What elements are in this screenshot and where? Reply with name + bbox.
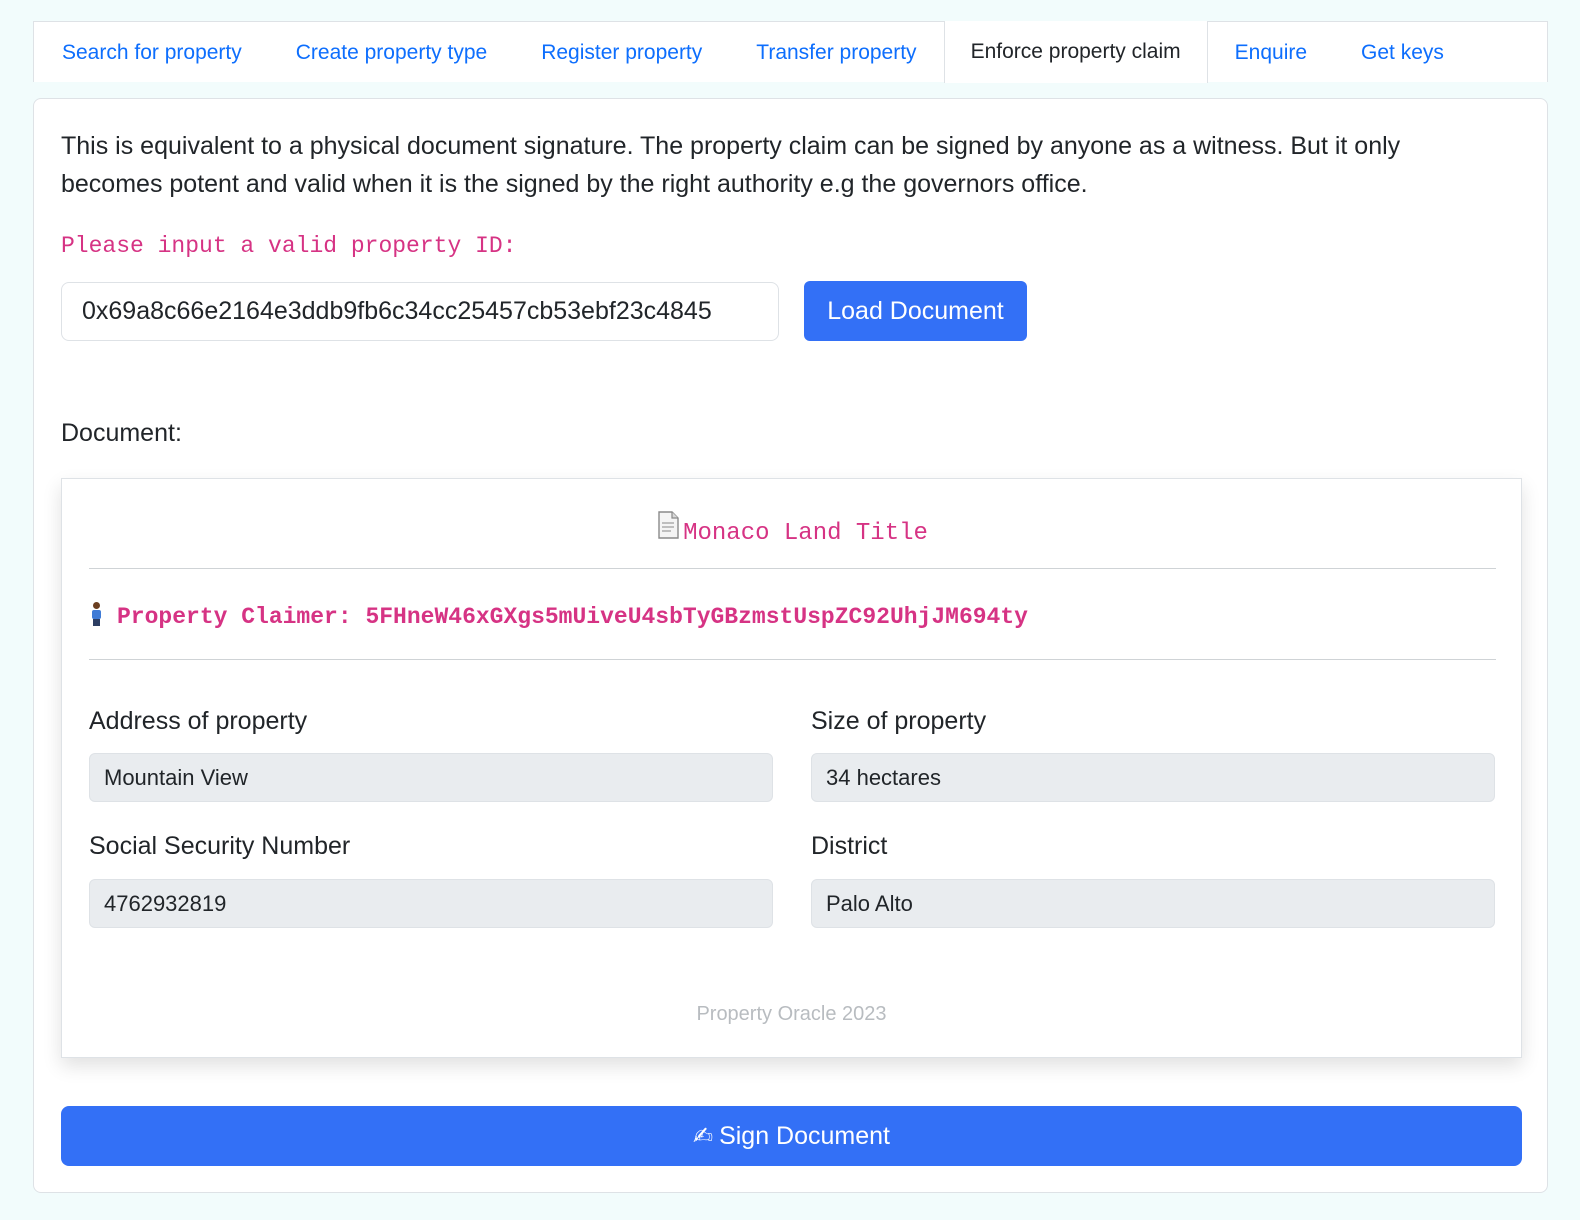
- ssn-label: Social Security Number: [89, 832, 351, 860]
- tab-transfer-property[interactable]: Transfer property: [729, 22, 943, 83]
- property-claimer: Property Claimer: 5FHneW46xGXgs5mUiveU4s…: [89, 602, 1028, 630]
- address-label: Address of property: [89, 707, 308, 735]
- tab-enquire[interactable]: Enquire: [1208, 22, 1334, 83]
- claimer-value: 5FHneW46xGXgs5mUiveU4sbTyGBzmstUspZC92Uh…: [365, 604, 1028, 630]
- tab-enforce-property-claim[interactable]: Enforce property claim: [943, 21, 1208, 83]
- document-footer: Property Oracle 2023: [696, 1003, 887, 1025]
- ssn-field: 4762932819: [89, 879, 773, 928]
- claimer-label: Property Claimer:: [117, 604, 352, 630]
- size-field: 34 hectares: [811, 753, 1495, 802]
- document-icon: [655, 511, 681, 547]
- tab-register-property[interactable]: Register property: [514, 22, 729, 83]
- tab-get-keys[interactable]: Get keys: [1334, 22, 1471, 83]
- property-id-label: Please input a valid property ID:: [61, 233, 517, 259]
- document-card: Monaco Land Title Property Claimer: 5FHn…: [61, 478, 1522, 1058]
- load-document-button[interactable]: Load Document: [804, 281, 1027, 341]
- tab-search-for-property[interactable]: Search for property: [34, 22, 269, 83]
- district-label: District: [811, 832, 888, 860]
- nav-tabs: Search for property Create property type…: [33, 21, 1548, 83]
- sign-document-label: Sign Document: [719, 1121, 891, 1150]
- property-id-input[interactable]: [61, 282, 779, 341]
- writing-hand-icon: ✍: [692, 1122, 714, 1150]
- tab-create-property-type[interactable]: Create property type: [269, 22, 514, 83]
- document-title-text: Monaco Land Title: [683, 520, 928, 547]
- address-field: Mountain View: [89, 753, 773, 802]
- district-field: Palo Alto: [811, 879, 1495, 928]
- document-title: Monaco Land Title: [62, 511, 1521, 547]
- divider: [89, 659, 1496, 660]
- document-label: Document:: [61, 419, 182, 447]
- size-label: Size of property: [811, 707, 987, 735]
- divider: [89, 568, 1496, 569]
- sign-document-button[interactable]: ✍ Sign Document: [61, 1106, 1522, 1166]
- tab-content-panel: This is equivalent to a physical documen…: [33, 98, 1548, 1193]
- intro-text: This is equivalent to a physical documen…: [61, 132, 1401, 198]
- person-icon: [89, 602, 103, 626]
